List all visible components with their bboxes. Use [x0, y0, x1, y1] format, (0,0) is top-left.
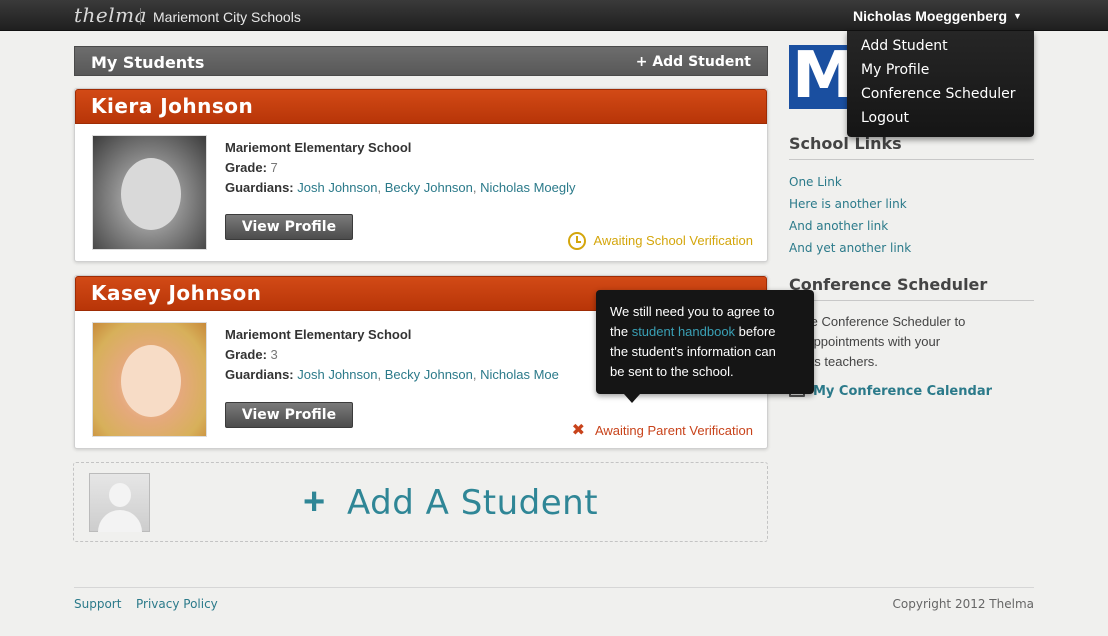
- my-conference-calendar-link[interactable]: My Conference Calendar: [789, 383, 992, 399]
- student-guardians: Guardians: Josh Johnson, Becky Johnson, …: [225, 367, 559, 382]
- school-link[interactable]: One Link: [789, 175, 842, 189]
- student-card-kiera: Kiera Johnson Mariemont Elementary Schoo…: [74, 88, 768, 262]
- add-a-student-label: Add A Student: [347, 483, 599, 523]
- support-link[interactable]: Support: [74, 597, 121, 611]
- student-grade: Grade: 3: [225, 347, 278, 362]
- view-profile-button[interactable]: View Profile: [225, 402, 353, 428]
- school-link[interactable]: And yet another link: [789, 241, 911, 255]
- menu-item-my-profile[interactable]: My Profile: [847, 61, 1034, 85]
- status-text: Awaiting School Verification: [593, 233, 753, 248]
- add-a-student-button[interactable]: + Add A Student: [73, 462, 768, 542]
- my-students-header: My Students + Add Student: [74, 46, 768, 76]
- status-badge: ✖ Awaiting Parent Verification: [572, 420, 753, 440]
- top-bar: thelma Mariemont City Schools Nicholas M…: [0, 0, 1108, 31]
- handbook-tooltip: We still need you to agree to the studen…: [596, 290, 814, 403]
- conference-description: e the Conference Scheduler to ke appoint…: [789, 314, 966, 369]
- conference-scheduler-heading: Conference Scheduler: [789, 275, 1034, 301]
- copyright-text: Copyright 2012 Thelma: [892, 597, 1035, 611]
- school-logo: M: [789, 41, 856, 111]
- x-icon: ✖: [571, 422, 585, 439]
- chevron-down-icon: ▼: [1013, 11, 1022, 21]
- student-name[interactable]: Kasey Johnson: [91, 281, 262, 305]
- guardian-link[interactable]: Becky Johnson: [385, 180, 473, 195]
- student-guardians: Guardians: Josh Johnson, Becky Johnson, …: [225, 180, 576, 195]
- logo-divider: [140, 8, 141, 25]
- guardian-link[interactable]: Josh Johnson: [297, 367, 377, 382]
- student-photo: [92, 322, 207, 437]
- school-links-heading: School Links: [789, 134, 1034, 160]
- avatar-placeholder-icon: [89, 473, 150, 532]
- thelma-logo[interactable]: thelma: [74, 3, 147, 27]
- user-dropdown-menu: Add Student My Profile Conference Schedu…: [847, 31, 1034, 137]
- footer-divider: [74, 587, 1034, 588]
- privacy-policy-link[interactable]: Privacy Policy: [136, 597, 218, 611]
- student-photo: [92, 135, 207, 250]
- guardian-link[interactable]: Becky Johnson: [385, 367, 473, 382]
- view-profile-button[interactable]: View Profile: [225, 214, 353, 240]
- section-title: My Students: [91, 53, 205, 72]
- clock-icon: [567, 232, 586, 250]
- add-student-link[interactable]: + Add Student: [636, 54, 751, 70]
- student-name[interactable]: Kiera Johnson: [91, 94, 253, 118]
- student-card-header: Kiera Johnson: [75, 89, 767, 124]
- status-text: Awaiting Parent Verification: [594, 423, 753, 438]
- district-name: Mariemont City Schools: [153, 9, 301, 25]
- menu-item-conference-scheduler[interactable]: Conference Scheduler: [847, 85, 1034, 109]
- student-school: Mariemont Elementary School: [225, 327, 412, 342]
- student-handbook-link[interactable]: student handbook: [632, 324, 735, 339]
- menu-item-logout[interactable]: Logout: [847, 109, 1034, 133]
- menu-item-add-student[interactable]: Add Student: [847, 37, 1034, 61]
- guardian-link[interactable]: Josh Johnson: [297, 180, 377, 195]
- student-grade: Grade: 7: [225, 160, 278, 175]
- student-school: Mariemont Elementary School: [225, 140, 412, 155]
- plus-icon: +: [303, 481, 326, 523]
- guardian-link[interactable]: Nicholas Moe: [480, 367, 559, 382]
- school-link[interactable]: Here is another link: [789, 197, 907, 211]
- school-link[interactable]: And another link: [789, 219, 888, 233]
- user-menu-button[interactable]: Nicholas Moeggenberg ▼: [853, 8, 1022, 24]
- status-badge: Awaiting School Verification: [567, 232, 753, 250]
- user-name: Nicholas Moeggenberg: [853, 8, 1008, 24]
- guardian-link[interactable]: Nicholas Moegly: [480, 180, 575, 195]
